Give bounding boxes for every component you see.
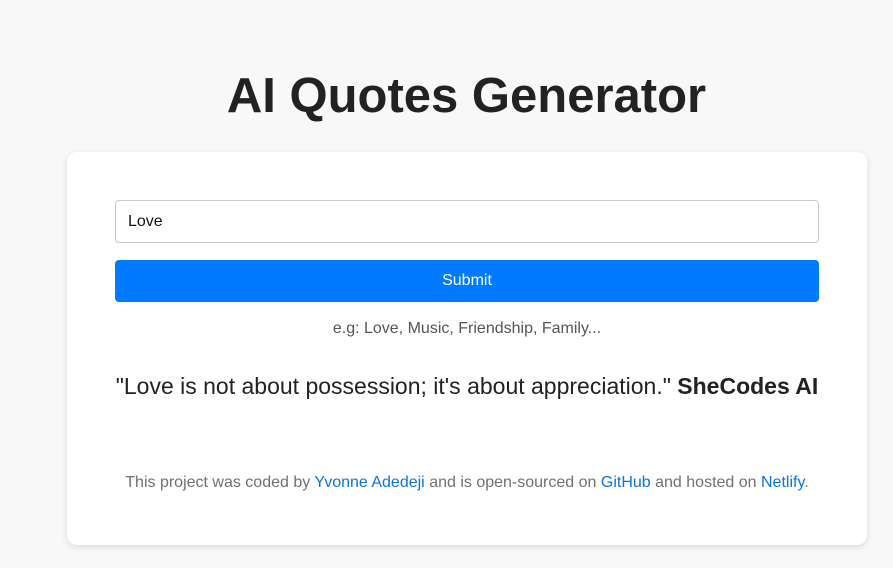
quote-text: "Love is not about possession; it's abou… <box>115 373 671 399</box>
topic-input[interactable] <box>115 200 819 243</box>
input-hint: e.g: Love, Music, Friendship, Family... <box>332 320 602 337</box>
page: AI Quotes Generator Submit e.g: Love, Mu… <box>0 0 893 568</box>
footer-middle-2: and hosted on <box>655 474 757 491</box>
generated-quote: "Love is not about possession; it's abou… <box>115 368 819 404</box>
page-title: AI Quotes Generator <box>226 69 707 123</box>
github-link[interactable]: GitHub <box>601 474 651 491</box>
quote-author: SheCodes AI <box>677 373 819 399</box>
author-link[interactable]: Yvonne Adedeji <box>314 474 424 491</box>
quote-generator-card: Submit e.g: Love, Music, Friendship, Fam… <box>67 152 867 545</box>
netlify-link[interactable]: Netlify <box>761 474 804 491</box>
footer-credits: This project was coded by Yvonne Adedeji… <box>67 474 867 492</box>
footer-middle-1: and is open-sourced on <box>429 474 597 491</box>
footer-suffix: . <box>804 474 809 491</box>
submit-button[interactable]: Submit <box>115 260 819 302</box>
footer-prefix: This project was coded by <box>125 474 311 491</box>
